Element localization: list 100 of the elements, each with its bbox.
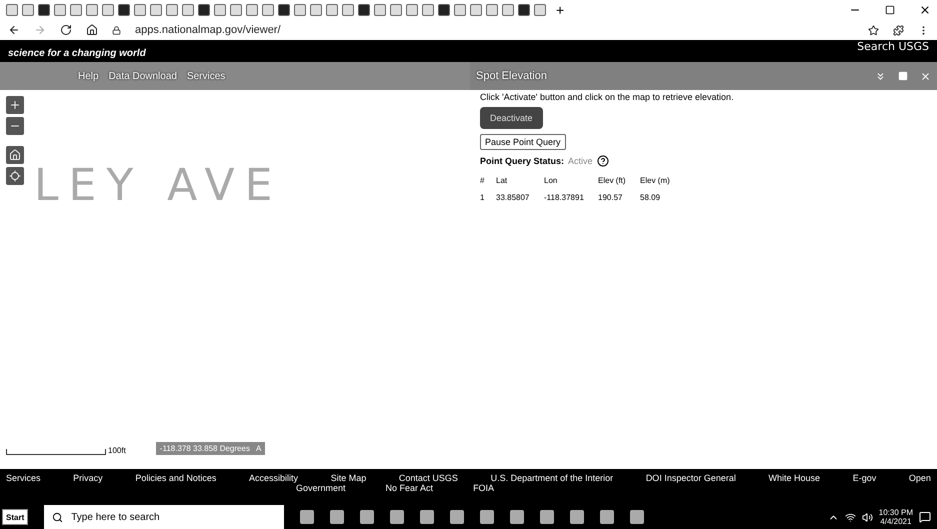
tab-favicon-icon[interactable] [22, 4, 34, 16]
tab-favicon-icon[interactable] [278, 4, 290, 16]
footer-link[interactable]: No Fear Act [386, 483, 434, 493]
url-field[interactable]: apps.nationalmap.gov/viewer/ [135, 24, 854, 36]
table-cell-text: 1 [480, 193, 486, 202]
column-header: Elev (m) [640, 176, 671, 185]
footer-link[interactable]: Privacy [73, 473, 103, 483]
deactivate-button[interactable]: Deactivate [480, 107, 543, 129]
wifi-icon[interactable] [844, 512, 856, 522]
tab-favicon-icon[interactable] [102, 4, 114, 16]
coordinates-display: -118.378 33.858 Degrees A [156, 442, 266, 455]
zoom-in-button[interactable] [6, 96, 24, 114]
tab-favicon-icon[interactable] [342, 4, 354, 16]
back-icon[interactable] [8, 24, 20, 36]
table-cell-text: 190.57 [598, 193, 624, 202]
clock[interactable]: 10:30 PM 4/4/2021 [878, 508, 913, 526]
maximize-icon[interactable] [885, 5, 895, 15]
tab-favicon-icon[interactable] [198, 4, 210, 16]
nav-link[interactable]: Data Download [108, 70, 177, 82]
tab-favicon-icon[interactable] [486, 4, 498, 16]
tab-favicon-icon[interactable] [518, 4, 530, 16]
footer-link[interactable]: Policies and Notices [135, 473, 216, 483]
tab-favicon-icon[interactable] [86, 4, 98, 16]
table-cell-text: 33.85807 [496, 193, 530, 202]
taskbar-app-icon[interactable] [600, 510, 614, 524]
taskbar-app-icon[interactable] [330, 510, 344, 524]
taskbar-app-icon[interactable] [450, 510, 464, 524]
footer-link[interactable]: Site Map [330, 473, 366, 483]
taskbar-app-icon[interactable] [480, 510, 494, 524]
street-label: LEY AVE [34, 160, 282, 211]
start-button[interactable]: Start [2, 509, 28, 525]
help-icon[interactable] [596, 155, 609, 167]
pause-query-button[interactable]: Pause Point Query [480, 134, 566, 150]
tab-favicon-icon[interactable] [374, 4, 386, 16]
tab-favicon-icon[interactable] [294, 4, 306, 16]
tab-favicon-icon[interactable] [534, 4, 546, 16]
tab-favicon-icon[interactable] [262, 4, 274, 16]
plus-icon [9, 99, 21, 111]
footer-link[interactable]: E-gov [852, 473, 876, 483]
tab-favicon-icon[interactable] [454, 4, 466, 16]
tab-favicon-icon[interactable] [118, 4, 130, 16]
nav-link[interactable]: Help [78, 70, 99, 82]
column-header: Lon [544, 176, 558, 185]
footer-link[interactable]: DOI Inspector General [646, 473, 736, 483]
tab-favicon-icon[interactable] [470, 4, 482, 16]
tab-favicon-icon[interactable] [150, 4, 162, 16]
taskbar-app-icon[interactable] [300, 510, 314, 524]
tab-favicon-icon[interactable] [406, 4, 418, 16]
tab-favicon-icon[interactable] [502, 4, 514, 16]
tab-favicon-icon[interactable] [54, 4, 66, 16]
volume-icon[interactable] [862, 512, 873, 522]
map-canvas[interactable]: LEY AVE 100ft -118.378 33.858 Degrees A [0, 90, 470, 469]
tab-favicon-icon[interactable] [326, 4, 338, 16]
bookmark-star-icon[interactable] [868, 24, 879, 36]
taskbar-app-icon[interactable] [570, 510, 584, 524]
search-link[interactable]: Search USGS [857, 40, 929, 53]
status-value: Active [568, 156, 593, 166]
tab-favicon-icon[interactable] [358, 4, 370, 16]
tab-favicon-icon[interactable] [70, 4, 82, 16]
footer-link[interactable]: Contact USGS [398, 473, 458, 483]
tab-favicon-icon[interactable] [182, 4, 194, 16]
footer-link[interactable]: White House [768, 473, 820, 483]
footer-link[interactable]: Services [6, 473, 41, 483]
locate-button[interactable] [6, 167, 24, 185]
nav-link[interactable]: Services [186, 70, 226, 82]
tab-favicon-icon[interactable] [166, 4, 178, 16]
tab-favicon-icon[interactable] [246, 4, 258, 16]
reload-icon[interactable] [60, 24, 72, 36]
extensions-icon[interactable] [893, 24, 904, 36]
tab-favicon-icon[interactable] [230, 4, 242, 16]
tab-favicon-icon[interactable] [6, 4, 18, 16]
footer-link[interactable]: Government [296, 483, 346, 493]
taskbar-search-field[interactable]: Type here to search [44, 505, 284, 529]
footer-link[interactable]: U.S. Department of the Interior [490, 473, 614, 483]
panel-title: Spot Elevation [476, 70, 547, 82]
taskbar-app-icon[interactable] [630, 510, 644, 524]
home-icon[interactable] [86, 24, 98, 36]
taskbar-app-icon[interactable] [510, 510, 524, 524]
tab-favicon-icon[interactable] [38, 4, 50, 16]
tab-favicon-icon[interactable] [390, 4, 402, 16]
footer-link[interactable]: Accessibility [249, 473, 298, 483]
tab-favicon-icon[interactable] [438, 4, 450, 16]
taskbar-app-icon[interactable] [420, 510, 434, 524]
notifications-icon[interactable] [919, 511, 931, 523]
footer-link[interactable]: Open [908, 473, 931, 483]
new-tab-button[interactable]: + [556, 2, 564, 18]
lock-icon [112, 26, 121, 34]
home-button[interactable] [6, 146, 24, 164]
taskbar-app-icon[interactable] [360, 510, 374, 524]
scale-label: 100ft [108, 446, 126, 455]
zoom-out-button[interactable] [6, 117, 24, 135]
tab-favicon-icon[interactable] [422, 4, 434, 16]
close-icon[interactable] [919, 4, 931, 16]
collapse-icon[interactable] [875, 70, 886, 82]
tab-favicon-icon[interactable] [134, 4, 146, 16]
taskbar-app-icon[interactable] [390, 510, 404, 524]
tab-favicon-icon[interactable] [310, 4, 322, 16]
tab-favicon-icon[interactable] [214, 4, 226, 16]
footer-link[interactable]: FOIA [473, 483, 494, 493]
taskbar-app-icon[interactable] [540, 510, 554, 524]
